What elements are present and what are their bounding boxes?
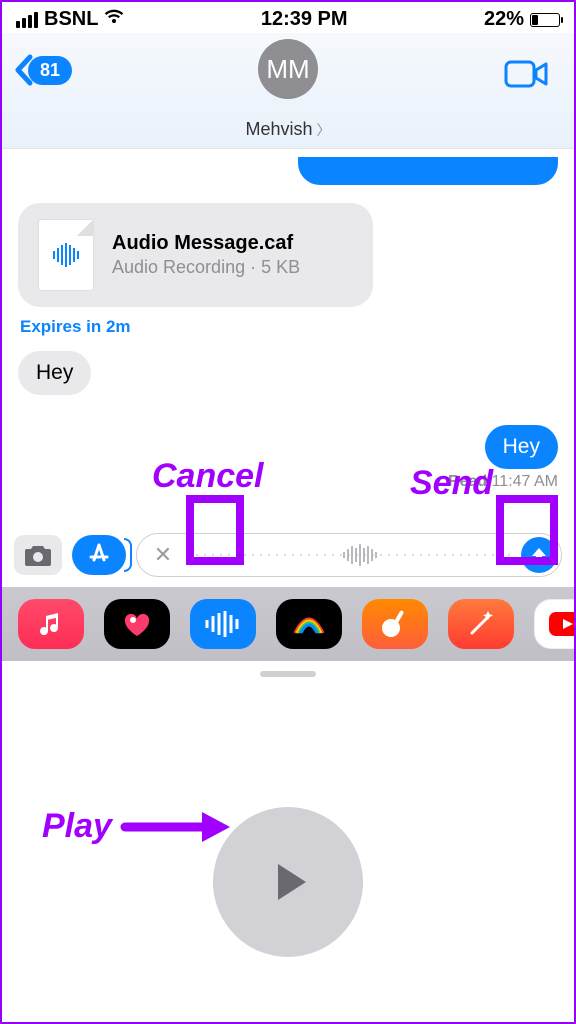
expires-label[interactable]: Expires in 2m [20, 317, 556, 337]
audio-filename-label: Audio Message.caf [112, 232, 300, 255]
play-button[interactable] [213, 807, 363, 957]
camera-button[interactable] [14, 535, 62, 575]
cancel-recording-button[interactable]: ✕ [149, 542, 177, 568]
conversation-header: 81 MM Mehvish 〉 [2, 33, 574, 149]
unread-count-badge: 81 [28, 56, 72, 85]
app-digital-touch[interactable] [104, 599, 170, 649]
battery-icon [530, 13, 560, 27]
incoming-message-bubble[interactable]: Hey [18, 351, 91, 395]
rainbow-brush-icon [291, 609, 327, 639]
audio-wave-icon [51, 243, 81, 267]
app-audio-memos[interactable] [190, 599, 256, 649]
outgoing-message-bubble[interactable]: Hey [485, 425, 558, 469]
facetime-button[interactable] [504, 59, 548, 94]
app-memoji[interactable] [448, 599, 514, 649]
app-store-icon [86, 542, 112, 568]
guitar-icon [379, 608, 411, 640]
battery-pct-label: 22% [484, 8, 524, 31]
audio-subtitle-label: Audio Recording · 5 KB [112, 257, 300, 278]
contact-avatar[interactable]: MM [258, 39, 318, 99]
read-receipt: Read 11:47 AM [448, 473, 558, 491]
audio-waveform-icon [342, 544, 378, 571]
wand-icon [466, 609, 496, 639]
status-bar: BSNL 12:39 PM 22% [2, 2, 574, 33]
previous-outgoing-bubble [298, 157, 558, 185]
signal-bars-icon [16, 12, 38, 28]
compose-row: ✕ [2, 527, 574, 587]
app-apple-music[interactable] [18, 599, 84, 649]
youtube-icon [547, 609, 574, 639]
sound-wave-icon [203, 611, 243, 637]
drawer-handle[interactable] [260, 671, 316, 677]
clock-label: 12:39 PM [261, 8, 348, 31]
arrow-up-icon [529, 545, 549, 565]
chevron-right-icon: 〉 [317, 120, 331, 140]
app-images[interactable] [276, 599, 342, 649]
music-note-icon [36, 609, 66, 639]
file-icon [38, 219, 94, 291]
carrier-label: BSNL [44, 8, 98, 31]
contact-name-button[interactable]: Mehvish 〉 [245, 119, 330, 140]
read-label: Read [448, 473, 487, 490]
audio-message-bubble[interactable]: Audio Message.caf Audio Recording · 5 KB [18, 203, 373, 307]
send-button[interactable] [521, 537, 557, 573]
camera-icon [23, 543, 53, 567]
app-drawer[interactable] [2, 587, 574, 661]
app-store-button[interactable] [72, 535, 126, 575]
messages-thread[interactable]: Audio Message.caf Audio Recording · 5 KB… [2, 149, 574, 527]
app-youtube[interactable] [534, 599, 574, 649]
wifi-icon [104, 8, 124, 31]
app-garageband[interactable] [362, 599, 428, 649]
play-icon [260, 854, 316, 910]
audio-compose-field[interactable]: ✕ [136, 533, 562, 577]
contact-name-label: Mehvish [245, 119, 312, 140]
heart-icon [121, 610, 153, 638]
video-camera-icon [504, 59, 548, 89]
audio-memo-panel [2, 661, 574, 1024]
back-button[interactable]: 81 [14, 53, 72, 87]
read-time-label: 11:47 AM [492, 473, 558, 490]
